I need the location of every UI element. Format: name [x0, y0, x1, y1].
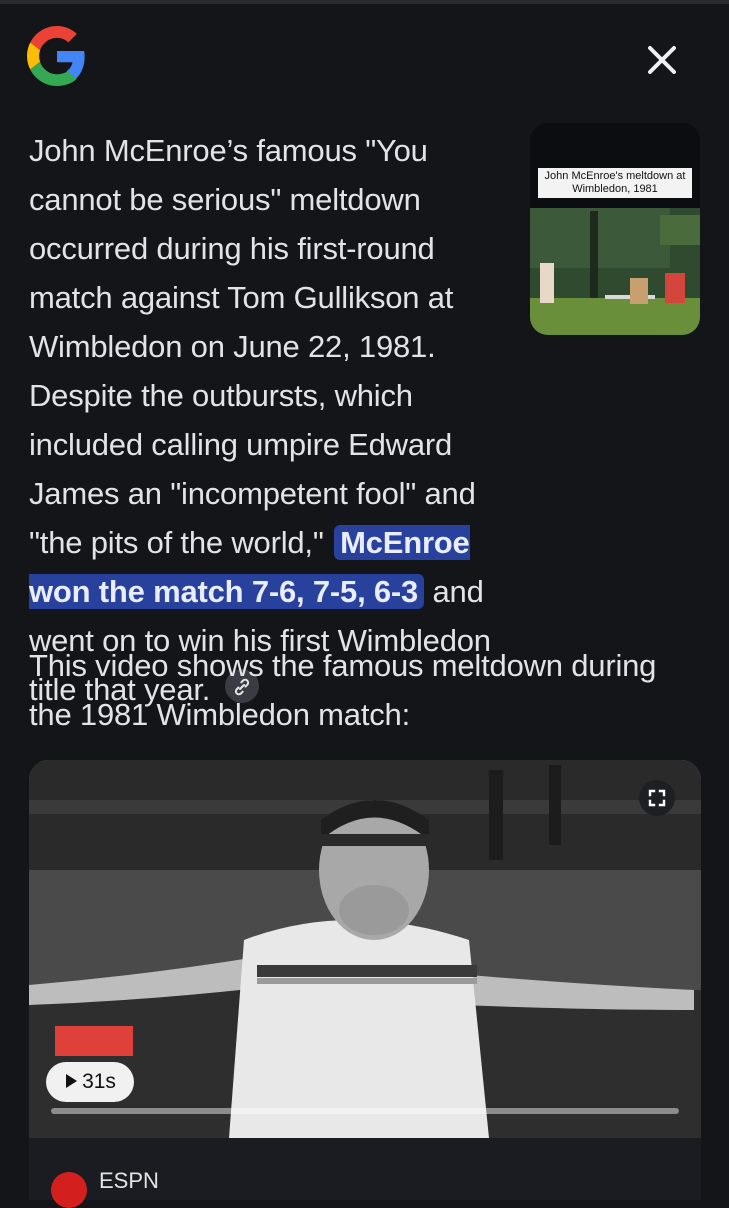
video-intro-text: This video shows the famous meltdown dur… — [29, 648, 657, 732]
video-duration: 31s — [82, 1070, 116, 1093]
duration-chip[interactable]: 31s — [46, 1062, 134, 1102]
video-source-row[interactable]: ESPN — [29, 1138, 701, 1208]
google-g-icon[interactable] — [27, 26, 87, 86]
video-progress-bar[interactable] — [51, 1108, 679, 1114]
espn-logo-icon — [51, 1172, 87, 1208]
answer-paragraph: John McEnroe’s famous "You cannot be ser… — [29, 126, 521, 714]
ai-answer-text: John McEnroe’s famous "You cannot be ser… — [29, 126, 699, 714]
answer-text-before: John McEnroe’s famous "You cannot be ser… — [29, 133, 476, 560]
expand-icon[interactable] — [639, 780, 675, 816]
play-icon — [66, 1074, 78, 1088]
close-icon[interactable] — [642, 40, 682, 80]
top-divider — [0, 0, 729, 4]
source-name: ESPN — [99, 1168, 159, 1193]
video-player[interactable]: 31s — [29, 760, 701, 1138]
